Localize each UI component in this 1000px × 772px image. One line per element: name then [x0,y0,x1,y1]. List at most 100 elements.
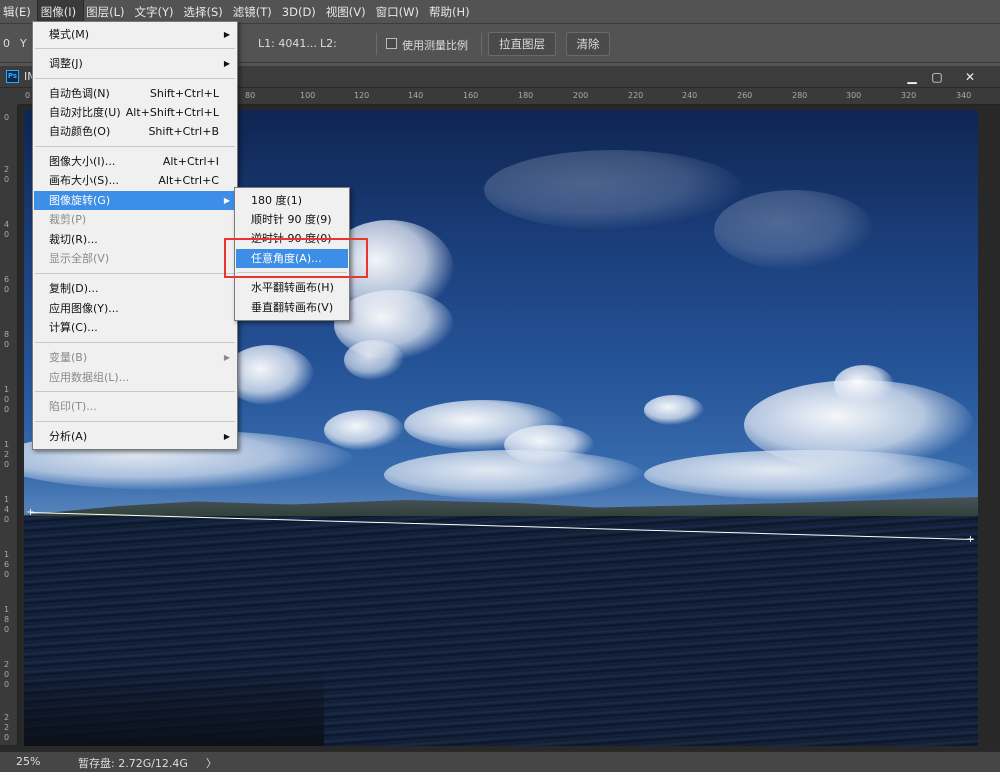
menu-filter[interactable]: 滤镜(T) [230,0,279,24]
ruler-tick-label: 160 [4,550,10,579]
ruler-tick-label: 100 [300,91,316,100]
menu-divider [35,78,235,79]
cloud [484,150,744,230]
menu-divider [35,48,235,49]
menu-item-trim[interactable]: 裁切(R)... [34,230,236,249]
menu-item-flip-horizontal[interactable]: 水平翻转画布(H) [236,278,348,297]
menu-item-label: 模式(M) [49,28,90,41]
menu-item-label: 180 度(1) [251,194,303,207]
menu-3d[interactable]: 3D(D) [279,0,323,24]
menu-shortcut: Shift+Ctrl+L [149,87,219,100]
ruler-tick-label: 100 [4,385,10,414]
menu-item-auto-color[interactable]: 自动颜色(O) Shift+Ctrl+B [34,122,236,141]
ruler-tick-label: 200 [573,91,589,100]
menu-item-variables[interactable]: 变量(B) ▶ [34,348,236,367]
maximize-icon[interactable]: ▢ [925,68,949,86]
zoom-level[interactable]: 25% [16,755,40,768]
menu-item-label: 计算(C)... [49,321,98,334]
menu-item-canvas-size[interactable]: 画布大小(S)... Alt+Ctrl+C [34,171,236,190]
menu-item-label: 复制(D)... [49,282,99,295]
menu-item-image-size[interactable]: 图像大小(I)... Alt+Ctrl+I [34,152,236,171]
menu-item-apply-data-set[interactable]: 应用数据组(L)... [34,368,236,387]
status-menu-arrow-icon[interactable]: 〉 [206,755,217,771]
menu-item-label: 顺时针 90 度(9) [251,213,332,226]
cloud [644,395,704,425]
menu-edit[interactable]: 辑(E) [0,0,38,24]
ruler-tick-label: 80 [245,91,256,100]
ruler-tick-label: 0 [25,91,31,100]
vertical-ruler[interactable]: 0 20 40 60 80 100 120 140 160 180 200 22… [0,105,18,745]
ruler-tick-label: 80 [4,330,10,349]
menu-item-rotate-180[interactable]: 180 度(1) [236,191,348,210]
minimize-icon[interactable]: ▁ [900,68,924,86]
menu-item-label: 分析(A) [49,430,88,443]
submenu-arrow-icon: ▶ [223,196,230,205]
menu-window[interactable]: 窗口(W) [373,0,426,24]
menu-item-label: 图像旋转(G) [49,194,111,207]
ruler-tick-label: 280 [792,91,808,100]
menu-item-mode[interactable]: 模式(M) ▶ [34,25,236,44]
menu-item-flip-vertical[interactable]: 垂直翻转画布(V) [236,298,348,317]
menu-item-label: 应用图像(Y)... [49,302,119,315]
menu-item-label: 显示全部(V) [49,252,110,265]
menu-item-label: 水平翻转画布(H) [251,281,334,294]
menu-item-calculations[interactable]: 计算(C)... [34,318,236,337]
submenu-arrow-icon: ▶ [223,59,230,68]
ruler-tick-label: 180 [4,605,10,634]
cloud [834,365,894,405]
menu-select[interactable]: 选择(S) [181,0,230,24]
menu-item-adjustments[interactable]: 调整(J) ▶ [34,54,236,73]
y-label: Y [20,37,27,50]
menu-item-image-rotation[interactable]: 图像旋转(G) ▶ [34,191,236,210]
menu-item-trap[interactable]: 陷印(T)... [34,397,236,416]
menu-item-apply-image[interactable]: 应用图像(Y)... [34,299,236,318]
menu-item-duplicate[interactable]: 复制(D)... [34,279,236,298]
ruler-tick-label: 140 [408,91,424,100]
measure-scale-label: 使用测量比例 [402,39,468,52]
menu-item-label: 图像大小(I)... [49,155,116,168]
close-icon[interactable]: ✕ [958,68,982,86]
separator [481,33,482,55]
cloud [714,190,874,270]
submenu-arrow-icon: ▶ [223,432,230,441]
measure-scale-checkbox[interactable] [386,38,397,49]
ruler-tick-label: 180 [518,91,534,100]
menu-item-auto-contrast[interactable]: 自动对比度(U) Alt+Shift+Ctrl+L [34,103,236,122]
menu-help[interactable]: 帮助(H) [426,0,477,24]
menu-item-label: 画布大小(S)... [49,174,120,187]
menu-item-crop[interactable]: 裁剪(P) [34,210,236,229]
shoreline [24,670,324,746]
menu-item-label: 调整(J) [49,57,83,70]
ruler-tick-label: 260 [737,91,753,100]
ruler-tick-label: 40 [4,220,10,239]
clear-button[interactable]: 清除 [566,32,610,56]
menu-layer[interactable]: 图层(L) [83,0,131,24]
menu-item-label: 自动对比度(U) [49,106,121,119]
menu-item-analysis[interactable]: 分析(A) ▶ [34,427,236,446]
menu-view[interactable]: 视图(V) [323,0,373,24]
submenu-arrow-icon: ▶ [223,30,230,39]
menu-image[interactable]: 图像(I) [36,0,85,25]
menu-shortcut: Alt+Ctrl+C [158,174,219,187]
ruler-tick-label: 300 [846,91,862,100]
menu-item-label: 裁剪(P) [49,213,87,226]
l2-readout: L2: [320,37,337,50]
menu-item-label: 垂直翻转画布(V) [251,301,334,314]
ruler-tick-label: 0 [4,113,10,122]
ruler-tick-label: 120 [354,91,370,100]
ruler-tick-label: 320 [901,91,917,100]
straighten-layer-button[interactable]: 拉直图层 [488,32,556,56]
menu-shortcut: Alt+Shift+Ctrl+L [125,106,219,119]
menu-item-label: 变量(B) [49,351,88,364]
menu-item-reveal-all[interactable]: 显示全部(V) [34,249,236,268]
ruler-tick-label: 200 [4,660,10,689]
measure-end-handle-icon[interactable]: + [966,535,975,545]
menu-item-auto-tone[interactable]: 自动色调(N) Shift+Ctrl+L [34,84,236,103]
x-value: 0 [3,37,10,50]
menu-divider [35,342,235,343]
menu-type[interactable]: 文字(Y) [132,0,181,24]
scratch-disk-info: 暂存盘: 2.72G/12.4G [78,757,188,770]
measure-start-handle-icon[interactable]: + [26,508,35,518]
image-menu: 模式(M) ▶ 调整(J) ▶ 自动色调(N) Shift+Ctrl+L 自动对比度(… [32,21,238,450]
menu-item-rotate-cw-90[interactable]: 顺时针 90 度(9) [236,210,348,229]
